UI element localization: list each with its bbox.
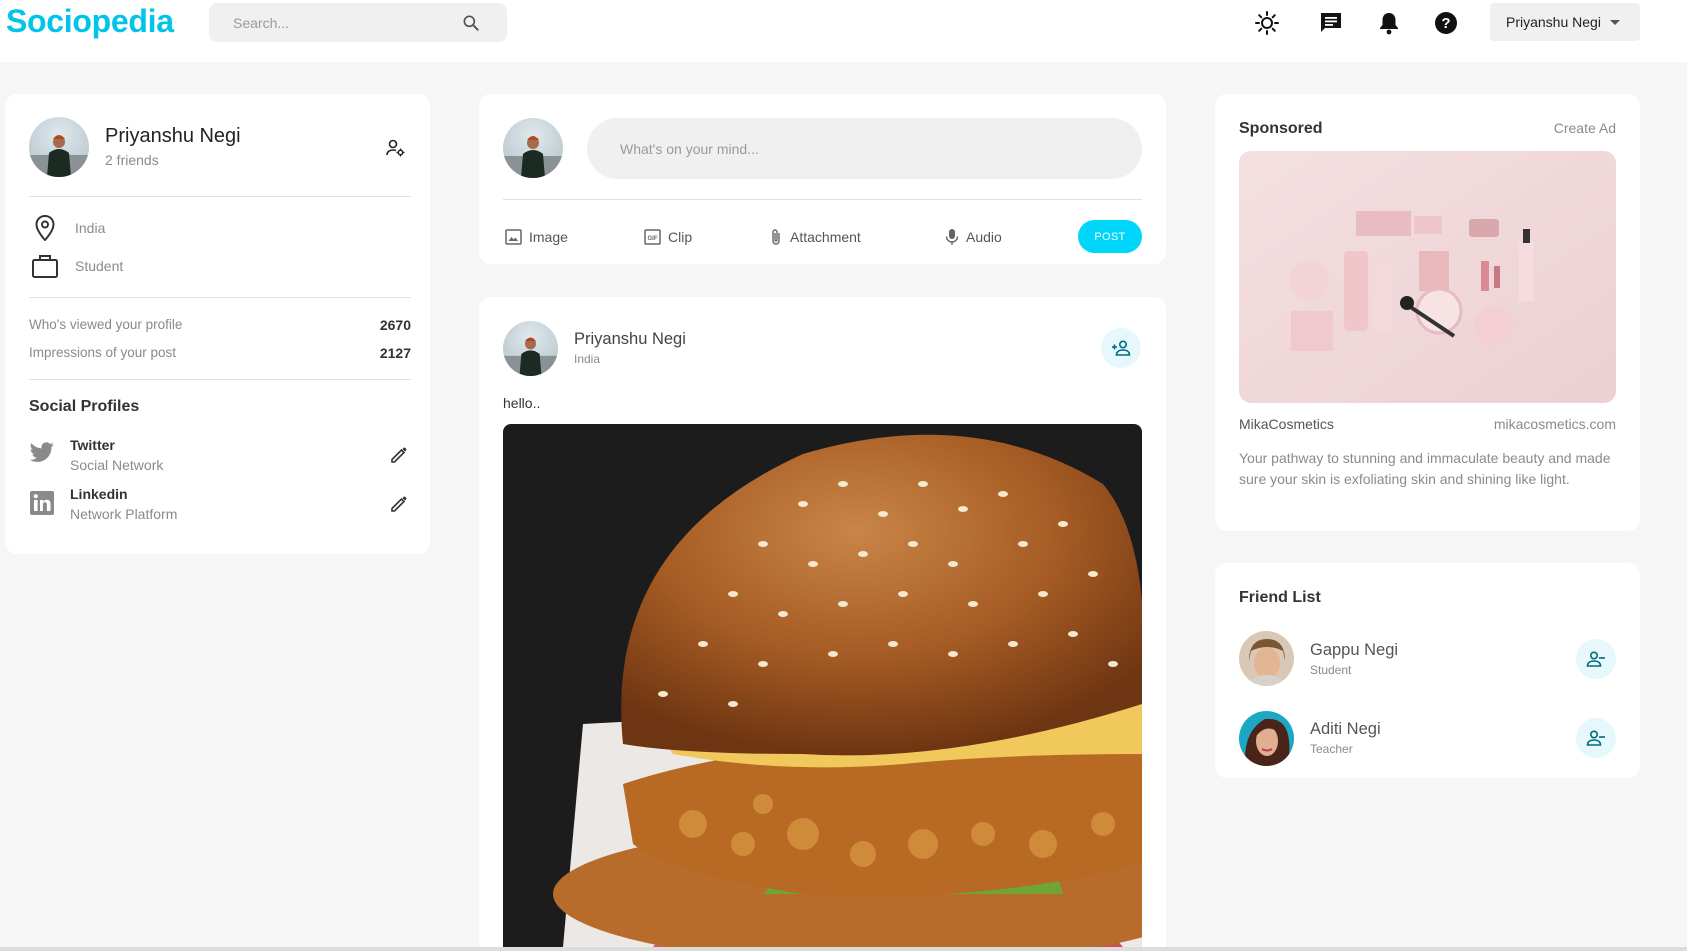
add-friend-button[interactable] bbox=[1101, 328, 1141, 368]
image-label: Image bbox=[529, 229, 568, 245]
attachment-icon bbox=[772, 229, 780, 245]
location-icon bbox=[35, 215, 55, 241]
search-input[interactable] bbox=[233, 3, 453, 42]
help-icon[interactable]: ? bbox=[1433, 10, 1459, 36]
app-logo[interactable]: Sociopedia bbox=[6, 3, 174, 40]
post-button[interactable]: POST bbox=[1078, 220, 1142, 253]
horizontal-scrollbar[interactable] bbox=[0, 947, 1687, 951]
linkedin-name[interactable]: Linkedin bbox=[70, 486, 128, 502]
edit-pencil-icon[interactable] bbox=[390, 446, 408, 464]
light-mode-icon[interactable] bbox=[1254, 10, 1280, 36]
message-icon[interactable] bbox=[1318, 10, 1344, 36]
audio-label: Audio bbox=[966, 229, 1002, 245]
twitter-name[interactable]: Twitter bbox=[70, 437, 115, 453]
profile-avatar[interactable] bbox=[29, 117, 89, 177]
composer-avatar bbox=[503, 118, 563, 178]
chevron-down-icon bbox=[1610, 20, 1620, 25]
edit-pencil-icon[interactable] bbox=[390, 495, 408, 513]
search-box bbox=[209, 3, 507, 42]
friend-name[interactable]: Gappu Negi bbox=[1310, 641, 1398, 660]
user-menu-select[interactable]: Priyanshu Negi bbox=[1490, 3, 1640, 41]
person-remove-icon bbox=[1586, 730, 1605, 746]
post-impressions-label: Impressions of your post bbox=[29, 345, 177, 360]
image-icon bbox=[505, 229, 522, 245]
profile-views-label: Who's viewed your profile bbox=[29, 317, 183, 332]
add-clip-button[interactable]: GIF Clip bbox=[644, 227, 692, 247]
profile-occupation: Student bbox=[75, 258, 124, 274]
post-text: hello.. bbox=[503, 395, 541, 411]
friend-avatar[interactable] bbox=[1239, 711, 1294, 766]
create-ad-link[interactable]: Create Ad bbox=[1554, 120, 1616, 136]
profile-friends-count: 2 friends bbox=[105, 152, 159, 168]
friend-avatar[interactable] bbox=[1239, 631, 1294, 686]
add-audio-button[interactable]: Audio bbox=[945, 227, 1002, 247]
clip-label: Clip bbox=[668, 229, 693, 245]
social-profiles-heading: Social Profiles bbox=[29, 398, 140, 415]
add-attachment-button[interactable]: Attachment bbox=[769, 227, 861, 247]
manage-account-icon[interactable] bbox=[386, 138, 406, 158]
post-author-name[interactable]: Priyanshu Negi bbox=[574, 330, 686, 349]
remove-friend-button[interactable] bbox=[1576, 639, 1616, 679]
remove-friend-button[interactable] bbox=[1576, 718, 1616, 758]
post-author-location: India bbox=[574, 352, 601, 366]
sponsored-heading: Sponsored bbox=[1239, 120, 1323, 137]
navbar: Sociopedia ? Priyanshu Negi bbox=[0, 0, 1687, 62]
svg-text:?: ? bbox=[1441, 15, 1450, 32]
add-image-button[interactable]: Image bbox=[505, 227, 568, 247]
linkedin-icon bbox=[30, 491, 54, 515]
friend-name[interactable]: Aditi Negi bbox=[1310, 720, 1381, 739]
post-impressions-value: 2127 bbox=[379, 345, 411, 361]
sponsored-description: Your pathway to stunning and immaculate … bbox=[1239, 450, 1611, 487]
friend-list-heading: Friend List bbox=[1239, 589, 1321, 606]
twitter-type: Social Network bbox=[70, 457, 164, 473]
post-author-avatar[interactable] bbox=[503, 321, 558, 376]
profile-name[interactable]: Priyanshu Negi bbox=[105, 125, 241, 148]
divider bbox=[29, 379, 411, 380]
friend-list-card: Friend List Gappu Negi Student Aditi Neg… bbox=[1215, 563, 1640, 778]
sponsored-ad-image[interactable] bbox=[1239, 151, 1616, 403]
divider bbox=[29, 196, 411, 197]
twitter-icon bbox=[29, 442, 54, 462]
sponsored-brand[interactable]: MikaCosmetics bbox=[1239, 416, 1334, 432]
friend-role: Student bbox=[1310, 663, 1352, 677]
person-add-icon bbox=[1112, 340, 1131, 356]
divider bbox=[503, 199, 1142, 200]
person-remove-icon bbox=[1586, 651, 1605, 667]
microphone-icon bbox=[945, 229, 959, 245]
profile-views-value: 2670 bbox=[379, 317, 411, 333]
profile-card: Priyanshu Negi 2 friends India Student W… bbox=[5, 94, 430, 554]
user-menu-name: Priyanshu Negi bbox=[1506, 14, 1601, 30]
notification-bell-icon[interactable] bbox=[1376, 10, 1402, 36]
gif-clip-icon: GIF bbox=[644, 229, 661, 245]
post-composer-input[interactable] bbox=[587, 118, 1142, 179]
divider bbox=[29, 297, 411, 298]
search-icon[interactable] bbox=[461, 13, 481, 33]
attachment-label: Attachment bbox=[790, 229, 861, 245]
linkedin-type: Network Platform bbox=[70, 506, 178, 522]
profile-location: India bbox=[75, 220, 106, 236]
svg-text:GIF: GIF bbox=[648, 236, 658, 242]
friend-role: Teacher bbox=[1310, 742, 1353, 756]
work-briefcase-icon bbox=[32, 255, 58, 278]
sponsored-card: Sponsored Create Ad MikaCosmetics mikaco… bbox=[1215, 94, 1640, 531]
post-image-burger[interactable] bbox=[503, 424, 1142, 947]
sponsored-url[interactable]: mikacosmetics.com bbox=[1494, 416, 1616, 432]
